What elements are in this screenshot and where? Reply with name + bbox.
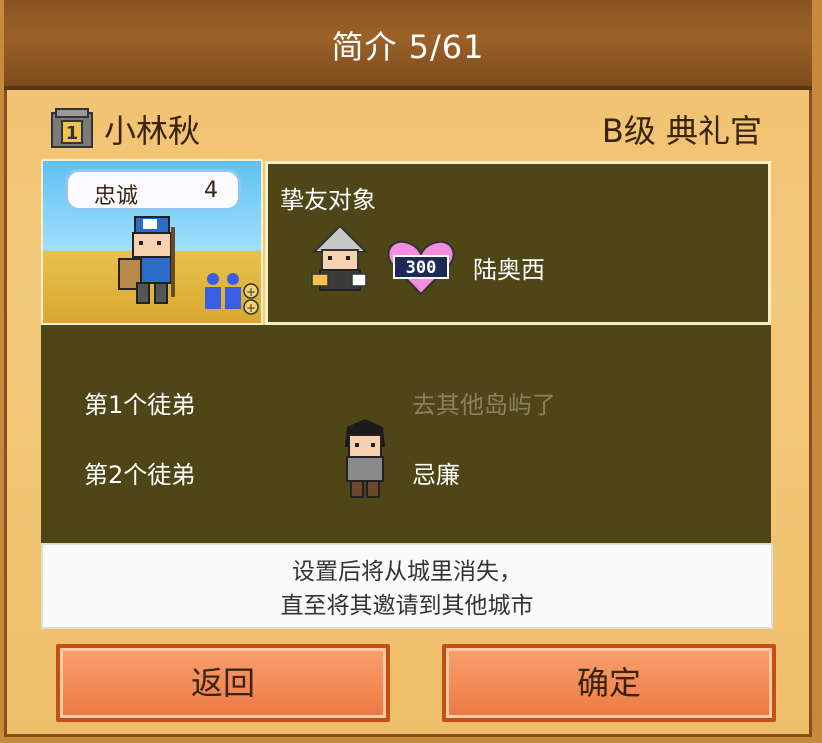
rank-badge-icon: 1 [50,107,94,149]
info-note-line-2: 直至将其邀请到其他城市 [280,593,534,619]
friend-avatar-icon[interactable] [308,224,372,294]
heart-affinity-value: 300 [406,258,437,278]
info-note-line-1: 设置后将从城里消失， [292,559,522,585]
svg-text:+: + [246,301,256,315]
loyalty-label: 忠诚 [94,184,139,209]
disciple-2-label: 第2个徒弟 [84,461,196,489]
disciple-1-label: 第1个徒弟 [84,391,196,419]
heart-affinity-icon: 300 [387,240,455,296]
disciples-panel: 第1个徒弟 去其他岛屿了 第2个徒弟 忌廉 [41,325,771,543]
back-button[interactable]: 返回 [56,644,390,722]
loyalty-badge: 忠诚 4 [65,169,241,211]
svg-text:1: 1 [66,123,79,144]
character-rank-title: B级 典礼官 [601,112,762,150]
disciple-2-name: 忌廉 [412,461,460,489]
best-friend-name: 陆奥西 [473,256,545,284]
best-friend-label: 挚友对象 [280,186,376,214]
best-friend-panel: 挚友对象 300 陆奥西 [265,161,771,325]
disciple-2-avatar-icon[interactable] [339,417,391,501]
title-bar: 简介 5/61 [4,0,812,90]
info-note: 设置后将从城里消失， 直至将其邀请到其他城市 [41,543,773,629]
disciple-1-status: 去其他岛屿了 [412,391,556,419]
confirm-button[interactable]: 确定 [442,644,776,722]
loyalty-value: 4 [204,178,218,203]
character-sprite-icon [118,216,175,304]
family-icon: + + [205,273,259,315]
character-name: 小林秋 [104,112,201,150]
character-portrait: 忠诚 4 + + [41,159,263,325]
dialog-title: 简介 5/61 [331,28,485,66]
svg-text:+: + [246,285,256,299]
